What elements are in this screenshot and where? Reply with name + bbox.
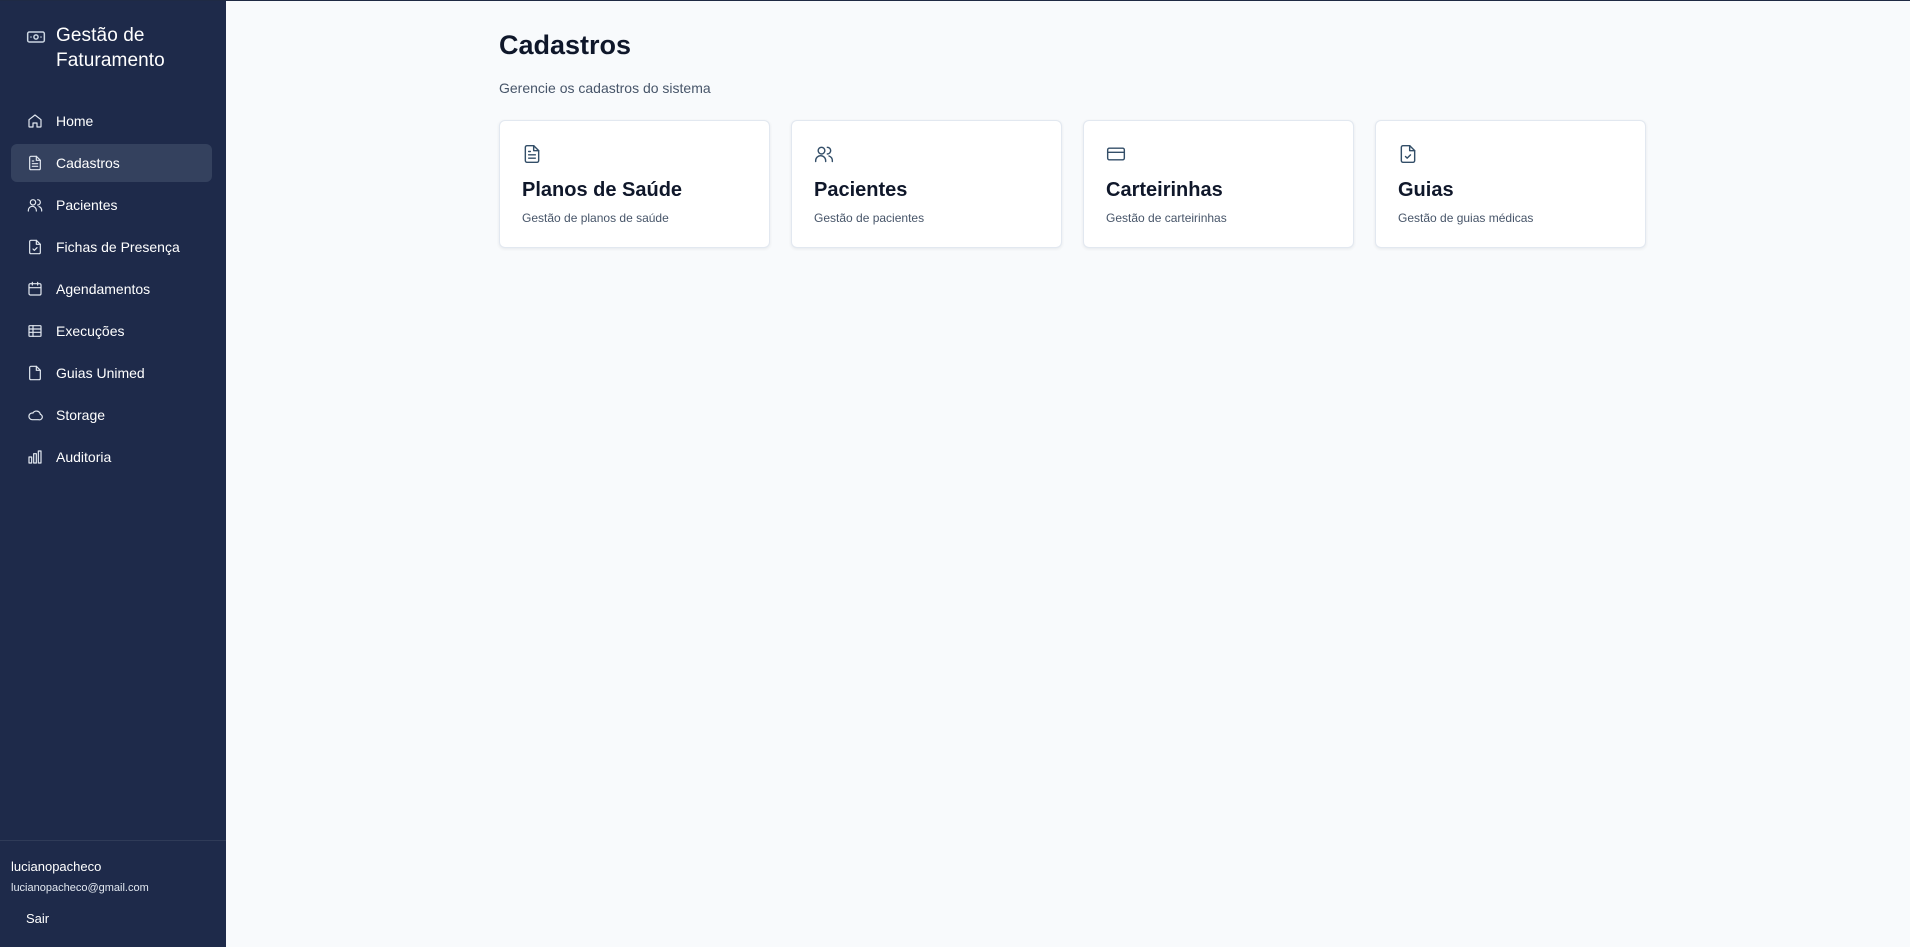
sidebar-item-home[interactable]: Home [11,102,212,140]
file-text-icon [27,155,43,171]
sidebar-item-label: Agendamentos [56,281,151,297]
card-carteirinhas[interactable]: Carteirinhas Gestão de carteirinhas [1083,120,1354,248]
user-name: lucianopacheco [11,859,102,874]
sidebar-item-label: Auditoria [56,449,112,465]
sidebar-item-guias-unimed[interactable]: Guias Unimed [11,354,212,392]
users-icon [27,197,43,213]
file-check-icon [1398,144,1418,164]
sidebar-item-label: Guias Unimed [56,365,145,381]
card-description: Gestão de carteirinhas [1106,211,1227,225]
sidebar-item-agendamentos[interactable]: Agendamentos [11,270,212,308]
card-title: Guias [1398,179,1454,201]
page-subtitle: Gerencie os cadastros do sistema [499,80,711,96]
user-email: lucianopacheco@gmail.com [11,882,149,894]
sidebar-item-storage[interactable]: Storage [11,396,212,434]
table-icon [27,323,43,339]
logout-button[interactable]: Sair [26,911,49,926]
card-title: Planos de Saúde [522,179,683,201]
card-description: Gestão de pacientes [814,211,925,225]
cards-grid: Planos de Saúde Gestão de planos de saúd… [499,120,1667,248]
user-panel: lucianopacheco lucianopacheco@gmail.com … [0,840,226,947]
sidebar-nav: Home Cadastros Pacientes Fichas de Prese… [11,102,212,480]
users-icon [814,144,834,164]
sidebar-item-auditoria[interactable]: Auditoria [11,438,212,476]
card-description: Gestão de planos de saúde [522,211,669,225]
file-text-icon [522,144,542,164]
sidebar-item-pacientes[interactable]: Pacientes [11,186,212,224]
main-content: Cadastros Gerencie os cadastros do siste… [226,1,1910,947]
sidebar-item-execucoes[interactable]: Execuções [11,312,212,350]
file-check-icon [27,239,43,255]
sidebar-item-label: Fichas de Presença [56,239,180,255]
sidebar-item-label: Storage [56,407,106,423]
card-pacientes[interactable]: Pacientes Gestão de pacientes [791,120,1062,248]
home-icon [27,113,43,129]
file-icon [27,365,43,381]
banknote-icon [26,27,46,47]
card-guias[interactable]: Guias Gestão de guias médicas [1375,120,1646,248]
brand[interactable]: Gestão de Faturamento [26,23,196,73]
sidebar-item-fichas-de-presenca[interactable]: Fichas de Presença [11,228,212,266]
sidebar-item-label: Home [56,113,94,129]
sidebar-item-label: Execuções [56,323,125,339]
cloud-icon [27,407,43,423]
bar-chart-icon [27,449,43,465]
sidebar: Gestão de Faturamento Home Cadastros Pac… [0,1,226,947]
sidebar-item-label: Pacientes [56,197,118,213]
card-title: Carteirinhas [1106,179,1223,201]
credit-card-icon [1106,144,1126,164]
card-planos-de-saude[interactable]: Planos de Saúde Gestão de planos de saúd… [499,120,770,248]
page-title: Cadastros [499,30,632,60]
sidebar-item-label: Cadastros [56,155,120,171]
app-title: Gestão de Faturamento [56,25,165,71]
sidebar-item-cadastros[interactable]: Cadastros [11,144,212,182]
calendar-icon [27,281,43,297]
card-description: Gestão de guias médicas [1398,211,1534,225]
card-title: Pacientes [814,179,908,201]
